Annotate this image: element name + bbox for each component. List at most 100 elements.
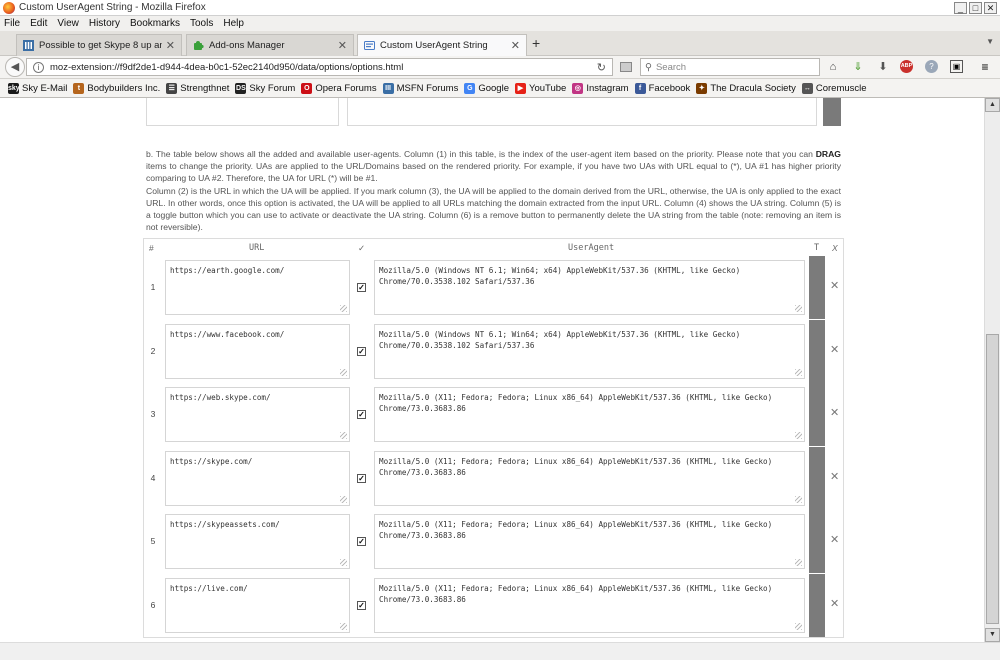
- url-bar[interactable]: i moz-extension://f9df2de1-d944-4dea-b0c…: [26, 58, 613, 76]
- search-box[interactable]: ⚲ Search: [640, 58, 820, 76]
- home-icon[interactable]: ⌂: [826, 60, 840, 74]
- tab-skype-forum[interactable]: Possible to get Skype 8 up and r... ✕: [16, 34, 182, 56]
- bookmark-item[interactable]: ✦ The Dracula Society: [696, 82, 796, 94]
- bookmark-item[interactable]: t Bodybuilders Inc.: [73, 82, 160, 94]
- close-tab-icon[interactable]: ✕: [338, 39, 347, 52]
- table-row[interactable]: 2 https://www.facebook.com/ ✓ Mozilla/5.0 (…: [144, 319, 844, 383]
- scroll-down-arrow-icon[interactable]: ▼: [985, 628, 1000, 642]
- bookmark-item[interactable]: ▶ YouTube: [514, 82, 566, 94]
- resize-grip-icon[interactable]: [795, 368, 802, 376]
- menu-bookmarks[interactable]: Bookmarks: [130, 18, 180, 29]
- scroll-up-arrow-icon[interactable]: ▲: [985, 98, 1000, 112]
- resize-grip-icon[interactable]: [795, 305, 802, 312]
- bookmark-item[interactable]: ☰ Strengthnet: [166, 82, 229, 94]
- bookmark-item[interactable]: sky Sky E-Mail: [8, 82, 67, 94]
- toggle-button[interactable]: [809, 319, 825, 383]
- domain-checkbox[interactable]: ✓: [357, 410, 366, 420]
- menu-help[interactable]: Help: [223, 18, 244, 29]
- menu-history[interactable]: History: [89, 18, 120, 29]
- table-row[interactable]: 3 https://web.skype.com/ ✓ Mozilla/5.0 (X11…: [144, 383, 844, 447]
- close-tab-icon[interactable]: ✕: [511, 39, 520, 52]
- menu-tools[interactable]: Tools: [190, 18, 213, 29]
- url-textarea[interactable]: https://web.skype.com/: [165, 387, 350, 443]
- resize-grip-icon[interactable]: [340, 432, 347, 440]
- toggle-button[interactable]: [809, 383, 825, 447]
- row-index: 2: [150, 345, 156, 356]
- back-arrow-icon[interactable]: ◀: [5, 57, 25, 77]
- url-value: https://earth.google.com/: [170, 266, 285, 275]
- tab-custom-useragent[interactable]: Custom UserAgent String ✕: [357, 34, 527, 56]
- domain-checkbox[interactable]: ✓: [357, 283, 366, 292]
- resize-grip-icon[interactable]: [340, 305, 347, 312]
- resize-grip-icon[interactable]: [340, 368, 347, 376]
- close-window-button[interactable]: ✕: [984, 1, 997, 14]
- tab-addons-manager[interactable]: Add-ons Manager ✕: [186, 34, 354, 56]
- remove-x-icon[interactable]: ✕: [830, 597, 839, 610]
- resize-grip-icon[interactable]: [795, 495, 802, 503]
- url-textarea[interactable]: https://live.com/: [165, 578, 350, 633]
- resize-grip-icon[interactable]: [340, 559, 347, 567]
- downloads-arrow-icon[interactable]: ⬇: [876, 60, 890, 74]
- bookmark-item[interactable]: III MSFN Forums: [382, 82, 458, 94]
- tab-list-chevron-icon[interactable]: ▼: [986, 37, 994, 46]
- table-row[interactable]: 6 https://live.com/ ✓ Mozilla/5.0 (X11; Fed…: [144, 574, 844, 637]
- useragent-textarea[interactable]: Mozilla/5.0 (X11; Fedora; Fedora; Linux …: [374, 514, 805, 570]
- resize-grip-icon[interactable]: [795, 559, 802, 567]
- toggle-button[interactable]: [809, 510, 825, 574]
- toggle-button[interactable]: [809, 574, 825, 637]
- bookmark-item[interactable]: ◎ Instagram: [572, 82, 629, 94]
- useragent-textarea[interactable]: Mozilla/5.0 (X11; Fedora; Fedora; Linux …: [374, 387, 805, 443]
- bookmark-item[interactable]: G Google: [464, 82, 509, 94]
- adblock-plus-icon[interactable]: ABP: [900, 60, 913, 73]
- resize-grip-icon[interactable]: [795, 623, 802, 630]
- menu-view[interactable]: View: [57, 18, 79, 29]
- maximize-button[interactable]: □: [969, 1, 982, 14]
- table-row[interactable]: 5 https://skypeassets.com/ ✓ Mozilla/5.0 (X…: [144, 510, 844, 574]
- bookmark-item[interactable]: DS Sky Forum: [235, 82, 295, 94]
- url-textarea[interactable]: https://www.facebook.com/: [165, 323, 350, 379]
- useragent-textarea[interactable]: Mozilla/5.0 (Windows NT 6.1; Win64; x64)…: [374, 323, 805, 379]
- url-textarea[interactable]: https://earth.google.com/: [165, 260, 350, 315]
- remove-x-icon[interactable]: ✕: [830, 343, 839, 356]
- url-textarea[interactable]: https://skypeassets.com/: [165, 514, 350, 570]
- domain-checkbox[interactable]: ✓: [357, 473, 366, 483]
- menu-bar: File Edit View History Bookmarks Tools H…: [0, 16, 1000, 31]
- toggle-button[interactable]: [809, 256, 825, 319]
- reader-view-icon[interactable]: [620, 62, 632, 72]
- bookmark-item[interactable]: O Opera Forums: [301, 82, 377, 94]
- remove-x-icon[interactable]: ✕: [830, 279, 839, 292]
- resize-grip-icon[interactable]: [795, 432, 802, 440]
- domain-checkbox[interactable]: ✓: [357, 601, 366, 610]
- resize-grip-icon[interactable]: [340, 623, 347, 630]
- bookmark-item[interactable]: ↔ Coremuscle: [801, 82, 867, 94]
- scrollbar-thumb[interactable]: [986, 334, 999, 624]
- site-info-icon[interactable]: i: [33, 61, 44, 73]
- remove-x-icon[interactable]: ✕: [830, 406, 839, 419]
- search-icon: ⚲: [645, 61, 652, 73]
- url-textarea[interactable]: https://skype.com/: [165, 450, 350, 506]
- useragent-textarea[interactable]: Mozilla/5.0 (Windows NT 6.1; Win64; x64)…: [374, 260, 805, 315]
- remove-x-icon[interactable]: ✕: [830, 470, 839, 483]
- useragent-textarea[interactable]: Mozilla/5.0 (X11; Fedora; Fedora; Linux …: [374, 450, 805, 506]
- domain-checkbox[interactable]: ✓: [357, 346, 366, 356]
- download-helper-icon[interactable]: ⇓: [851, 60, 865, 74]
- url-value: https://www.facebook.com/: [170, 329, 285, 339]
- useragent-textarea[interactable]: Mozilla/5.0 (X11; Fedora; Fedora; Linux …: [374, 578, 805, 633]
- hamburger-menu-icon[interactable]: ≡: [978, 60, 992, 74]
- menu-file[interactable]: File: [4, 18, 20, 29]
- table-row[interactable]: 4 https://skype.com/ ✓ Mozilla/5.0 (X11; Fe…: [144, 446, 844, 510]
- domain-checkbox[interactable]: ✓: [357, 537, 366, 547]
- vertical-scrollbar[interactable]: ▲ ▼: [984, 98, 1000, 642]
- minimize-button[interactable]: _: [954, 1, 967, 14]
- remove-x-icon[interactable]: ✕: [830, 533, 839, 546]
- bookmark-item[interactable]: f Facebook: [634, 82, 690, 94]
- new-tab-plus-icon[interactable]: +: [532, 35, 540, 51]
- help-icon[interactable]: ?: [925, 60, 938, 73]
- resize-grip-icon[interactable]: [340, 495, 347, 503]
- toggle-button[interactable]: [809, 446, 825, 510]
- menu-edit[interactable]: Edit: [30, 18, 47, 29]
- close-tab-icon[interactable]: ✕: [166, 39, 175, 52]
- table-row[interactable]: 1 https://earth.google.com/ ✓ Mozilla/5.0 (…: [144, 256, 844, 319]
- reload-icon[interactable]: ↻: [597, 61, 606, 74]
- screenshot-icon[interactable]: ▣: [950, 60, 963, 73]
